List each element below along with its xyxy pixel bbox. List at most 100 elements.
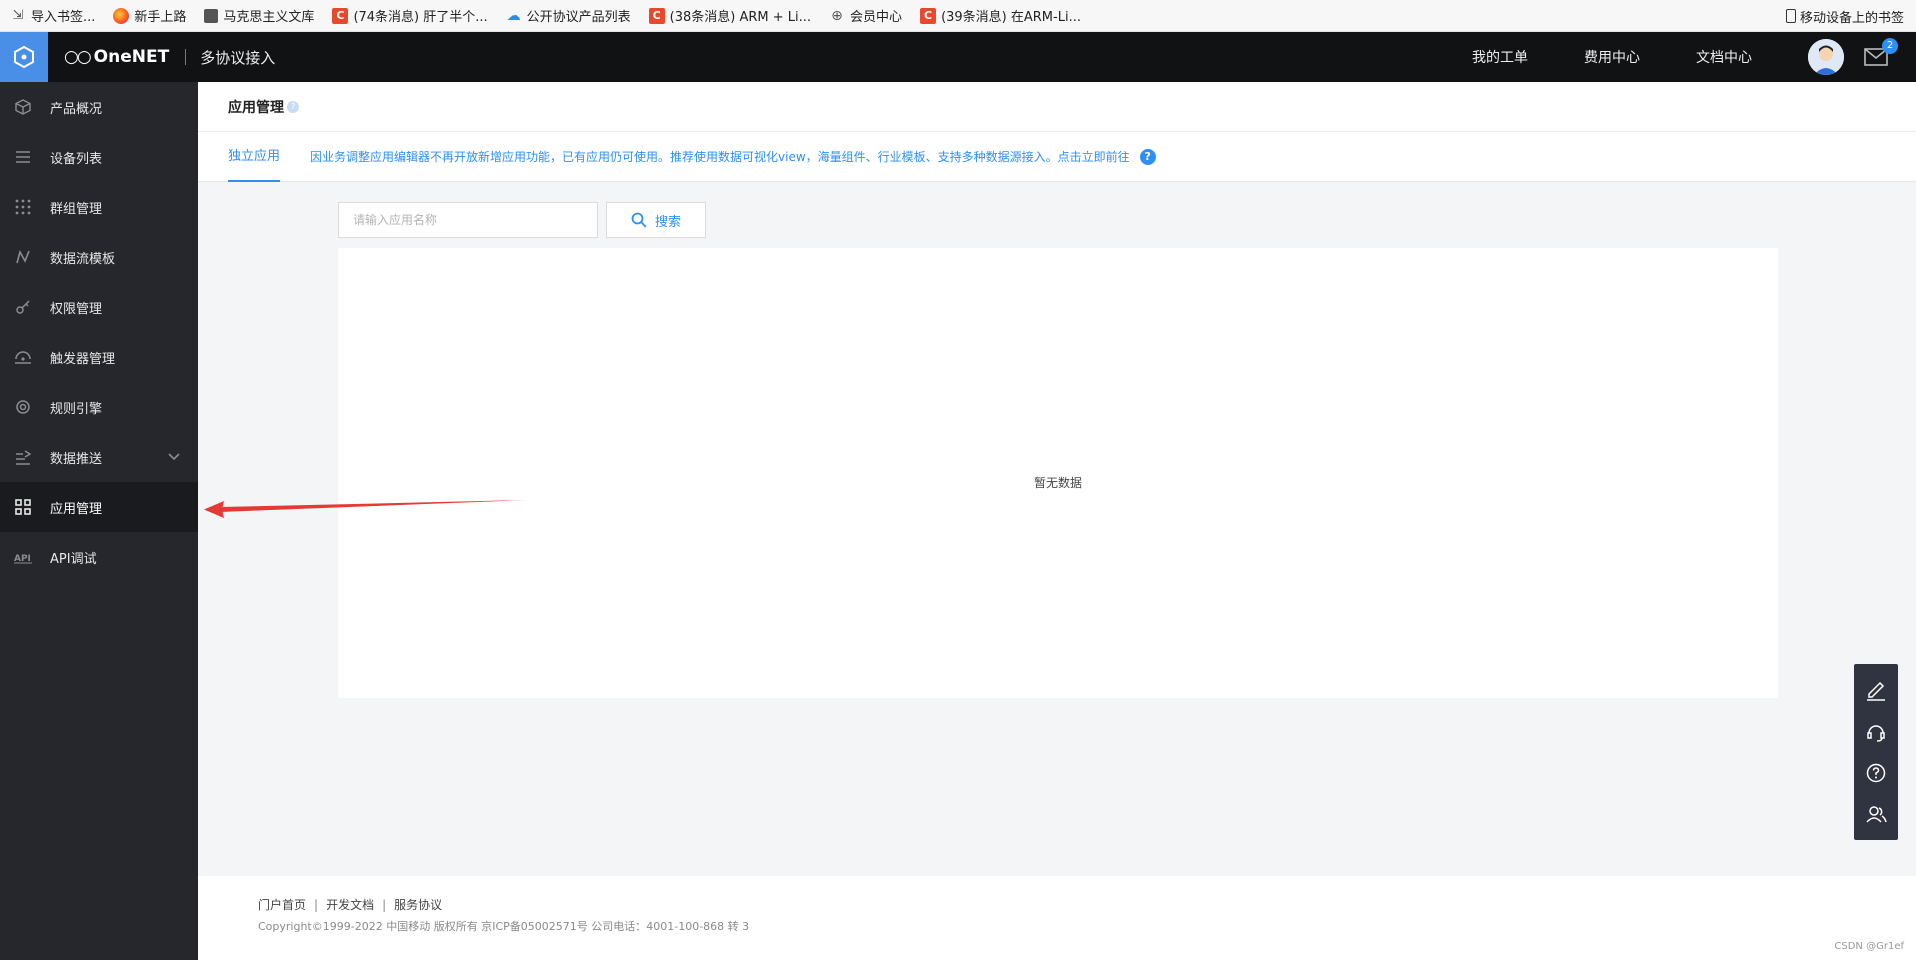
bookmark-label: 新手上路: [134, 10, 187, 25]
footer-separator: |: [382, 897, 387, 912]
search-button[interactable]: 搜索: [606, 202, 706, 238]
users-icon: [1866, 805, 1887, 823]
bookmark-firefox[interactable]: 新手上路: [113, 6, 186, 25]
empty-state-text: 暂无数据: [1033, 476, 1082, 490]
sidebar-item-rule-engine[interactable]: 规则引擎: [0, 382, 198, 432]
floating-toolbar: [1854, 664, 1898, 840]
bookmark-member[interactable]: ⊕ 会员中心: [829, 6, 903, 26]
bookmark-csdn-3[interactable]: C (39条消息) 在ARM-Li...: [920, 6, 1081, 25]
hexagon-logo-icon: [14, 45, 34, 69]
sidebar-item-group-management[interactable]: 群组管理: [0, 182, 198, 232]
footer-link-terms[interactable]: 服务协议: [394, 896, 442, 913]
csdn-icon: C: [648, 7, 665, 24]
bookmark-label: 会员中心: [850, 10, 903, 25]
header-subtitle: 多协议接入: [200, 48, 276, 67]
feedback-button[interactable]: [1862, 677, 1890, 705]
footer-link-dev-docs[interactable]: 开发文档: [326, 896, 374, 913]
bookmark-marxists[interactable]: 马克思主义文库: [204, 6, 314, 25]
csdn-icon: C: [332, 7, 349, 24]
copyright-text: Copyright©1999-2022 中国移动 版权所有 京ICP备05002…: [258, 920, 750, 933]
question-icon[interactable]: ?: [1139, 148, 1156, 165]
firefox-icon: [113, 7, 130, 24]
sidebar-item-product-overview[interactable]: 产品概况: [0, 82, 198, 132]
sidebar-item-data-push[interactable]: 数据推送: [0, 432, 198, 482]
sidebar-item-label: 数据推送: [50, 451, 103, 467]
sidebar-item-api-debug[interactable]: API API调试: [0, 532, 198, 582]
import-icon: ⇲: [12, 8, 24, 23]
bookmark-import[interactable]: ⇲ 导入书签...: [10, 6, 96, 25]
onenet-logo-icon: ○○: [64, 47, 92, 67]
mobile-bookmarks[interactable]: 移动设备上的书签: [1785, 0, 1904, 32]
mail-button[interactable]: 2: [1864, 38, 1898, 66]
trigger-icon: [14, 348, 32, 366]
chevron-down-icon[interactable]: [168, 450, 180, 465]
dataflow-icon: [14, 248, 32, 266]
sidebar-item-app-management[interactable]: 应用管理: [0, 482, 198, 532]
mobile-bookmarks-label: 移动设备上的书签: [1799, 10, 1904, 26]
globe-icon: ⊕: [831, 7, 843, 24]
bookmark-csdn-1[interactable]: C (74条消息) 肝了半个...: [332, 6, 488, 25]
footer-link-home[interactable]: 门户首页: [258, 896, 306, 913]
apps-icon: [14, 498, 32, 516]
help-button[interactable]: [1862, 759, 1890, 787]
top-nav: 我的工单 费用中心 文档中心 2: [1472, 32, 1916, 82]
phone-icon: [1785, 9, 1796, 23]
sidebar-item-label: 触发器管理: [50, 351, 116, 367]
sidebar-item-trigger-management[interactable]: 触发器管理: [0, 332, 198, 382]
tab-bar: 独立应用 因业务调整应用编辑器不再开放新增应用功能，已有应用仍可使用。推荐使用数…: [198, 132, 1916, 182]
main-content: 应用管理 ? 独立应用 因业务调整应用编辑器不再开放新增应用功能，已有应用仍可使…: [198, 82, 1916, 960]
app-list-panel: 暂无数据: [338, 248, 1778, 698]
community-button[interactable]: [1862, 800, 1890, 828]
bookmark-label: (38条消息) ARM + Li...: [669, 10, 812, 25]
bookmark-label: 导入书签...: [31, 10, 96, 25]
footer-separator: |: [314, 897, 319, 912]
footer-links: 门户首页 | 开发文档 | 服务协议: [258, 896, 1916, 913]
bookmark-label: 公开协议产品列表: [526, 10, 631, 25]
customer-service-button[interactable]: [1862, 718, 1890, 746]
page-header: 应用管理 ?: [198, 82, 1916, 132]
sidebar-item-permission-management[interactable]: 权限管理: [0, 282, 198, 332]
list-icon: [14, 148, 32, 166]
sidebar-item-dataflow-template[interactable]: 数据流模板: [0, 232, 198, 282]
top-header: ○○ OneNET 多协议接入 我的工单 费用中心 文档中心 2: [0, 32, 1916, 82]
sidebar-item-label: 数据流模板: [50, 251, 116, 267]
grid-dots-icon: [14, 198, 32, 216]
help-icon[interactable]: ?: [287, 100, 299, 113]
user-avatar-icon: [1808, 39, 1844, 75]
sidebar-item-label: 规则引擎: [50, 401, 103, 417]
sidebar-item-label: 应用管理: [50, 501, 103, 517]
push-icon: [14, 448, 32, 466]
bookmark-label: 马克思主义文库: [223, 10, 315, 25]
nav-my-tickets[interactable]: 我的工单: [1472, 47, 1528, 67]
headset-icon: [1867, 724, 1885, 742]
page-title: 应用管理: [228, 99, 284, 116]
search-input[interactable]: [338, 202, 598, 238]
notice-link[interactable]: 因业务调整应用编辑器不再开放新增应用功能，已有应用仍可使用。推荐使用数据可视化v…: [310, 148, 1130, 165]
product-menu-button[interactable]: [0, 32, 48, 82]
sidebar-item-label: 产品概况: [50, 101, 103, 117]
bookmark-label: (74条消息) 肝了半个...: [353, 10, 488, 25]
rule-icon: [14, 398, 32, 416]
cloud-icon: ☁: [506, 7, 521, 24]
search-row: 搜索: [338, 202, 706, 238]
header-divider: [185, 49, 187, 65]
sidebar: 产品概况 设备列表 群组管理 数据流模板 权限管理 触发器管理 规则引擎 数据推…: [0, 82, 198, 960]
bookmark-protocol-list[interactable]: ☁ 公开协议产品列表: [506, 6, 631, 26]
nav-docs[interactable]: 文档中心: [1696, 47, 1752, 67]
search-icon: [631, 212, 647, 228]
brand-name: OneNET: [93, 47, 170, 67]
bookmark-csdn-2[interactable]: C (38条消息) ARM + Li...: [648, 6, 812, 25]
sidebar-item-label: 设备列表: [50, 151, 103, 167]
avatar[interactable]: [1808, 39, 1844, 75]
api-icon: API: [14, 548, 32, 566]
bookmarks-bar: ⇲ 导入书签... 新手上路 马克思主义文库 C (74条消息) 肝了半个...…: [0, 0, 1916, 32]
pencil-icon: [1867, 681, 1885, 701]
brand-logo[interactable]: ○○ OneNET: [64, 47, 169, 67]
nav-billing[interactable]: 费用中心: [1584, 47, 1640, 67]
book-icon: [204, 8, 219, 23]
mail-badge: 2: [1882, 38, 1898, 54]
sidebar-item-device-list[interactable]: 设备列表: [0, 132, 198, 182]
tab-standalone-app[interactable]: 独立应用: [228, 132, 281, 182]
question-circle-icon: [1866, 763, 1886, 782]
sidebar-item-label: 群组管理: [50, 201, 103, 217]
